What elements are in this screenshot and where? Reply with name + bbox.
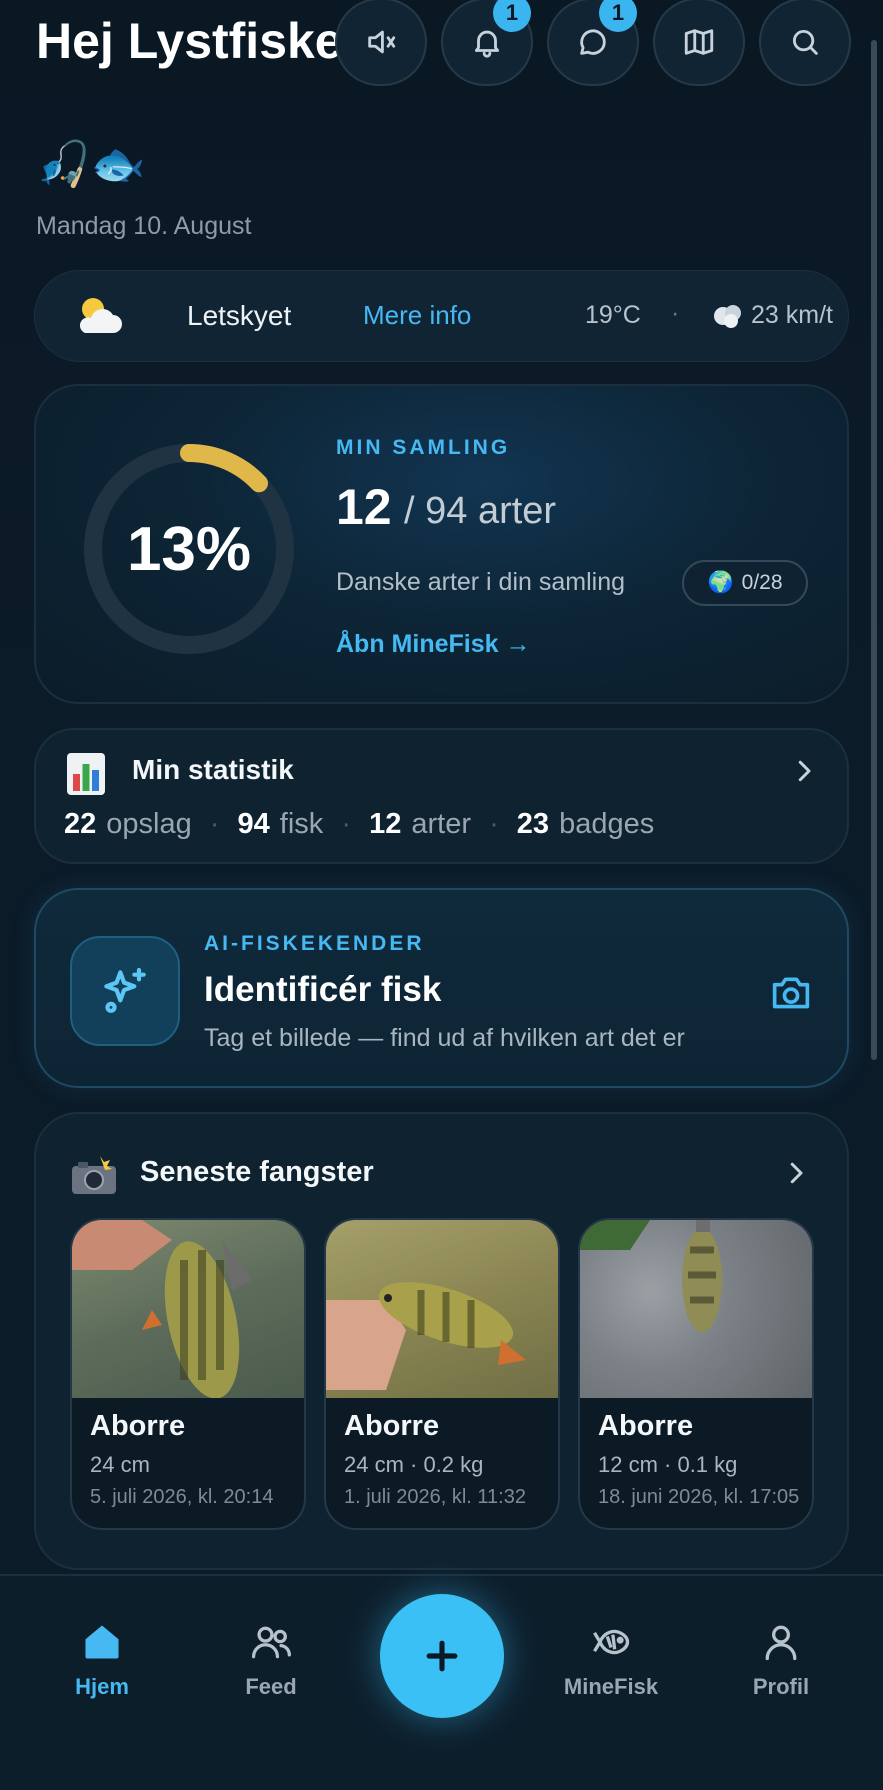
catch-species: Aborre [344, 1410, 440, 1442]
catch-card[interactable]: Aborre 24 cm · 0.2 kg 1. juli 2026, kl. … [324, 1218, 560, 1530]
ai-subtitle: Tag et billede — find ud af hvilken art … [204, 1024, 685, 1052]
nav-minefisk-label: MineFisk [563, 1674, 659, 1699]
header-actions: 1 1 [335, 0, 851, 86]
catch-photo [72, 1220, 304, 1398]
bottom-navigation: Hjem Feed MineFisk Profil [0, 1574, 883, 1790]
catch-size-weight: 12 cm · 0.1 kg [598, 1452, 738, 1477]
bell-icon [474, 30, 500, 58]
collection-card[interactable]: 13% MIN SAMLING 12 / 94 arter Danske art… [34, 384, 849, 704]
camera-flash-icon [72, 1156, 116, 1194]
catch-date: 18. juni 2026, kl. 17:05 [598, 1486, 800, 1508]
badges-count: 23 [516, 808, 550, 840]
catch-size: 24 cm [90, 1452, 150, 1477]
temperature: 19°C [585, 301, 641, 329]
bar-chart-icon [67, 753, 105, 795]
separator-dot: · [671, 299, 680, 327]
greeting-title: Hej Lystfisker [36, 10, 362, 72]
map-button[interactable] [653, 0, 745, 86]
perch-photo [72, 1220, 252, 1398]
search-button[interactable] [759, 0, 851, 86]
chat-icon [580, 29, 606, 55]
species-stat-count: 12 [369, 808, 402, 840]
greeting-text: Hej Lystfisker [36, 13, 363, 69]
nav-profile-label: Profil [752, 1674, 810, 1699]
camera-icon[interactable] [769, 972, 813, 1012]
posts-count: 22 [64, 808, 97, 840]
collection-subtitle: Danske arter i din samling [336, 568, 626, 596]
statistics-summary: 22 opslag · 94 fisk · 12 arter · 23 badges [64, 808, 654, 841]
more-info-link[interactable]: Mere info [363, 300, 471, 331]
messages-button[interactable]: 1 [547, 0, 639, 86]
catch-date: 1. juli 2026, kl. 11:32 [344, 1486, 526, 1508]
catch-species: Aborre [90, 1410, 186, 1442]
mute-icon [368, 30, 396, 54]
nav-minefisk[interactable]: MineFisk [546, 1620, 676, 1700]
nav-profile[interactable]: Profil [716, 1620, 846, 1700]
home-icon [85, 1625, 119, 1659]
posts-label: opslag [106, 808, 192, 840]
notifications-button[interactable]: 1 [441, 0, 533, 86]
sparkle-icon [104, 967, 146, 1013]
latest-catches-title: Seneste fangster [140, 1156, 374, 1188]
scrollbar[interactable] [871, 40, 877, 1060]
nav-home[interactable]: Hjem [37, 1620, 167, 1700]
sparkle-icon-box [70, 936, 180, 1046]
catch-photo [580, 1220, 812, 1398]
perch-photo [580, 1220, 722, 1332]
fish-label: fisk [279, 808, 324, 840]
chevron-right-icon [798, 760, 811, 782]
nav-home-label: Hjem [75, 1674, 129, 1699]
partly-cloudy-icon [79, 298, 122, 333]
separator-dot: · [209, 808, 220, 840]
catch-date: 5. juli 2026, kl. 20:14 [90, 1486, 274, 1508]
danish-species-pill: 🌍 0/28 [682, 560, 808, 606]
chevron-right-icon[interactable] [781, 1158, 811, 1188]
catch-species: Aborre [598, 1410, 694, 1442]
users-icon [251, 1626, 291, 1659]
catch-card[interactable]: Aborre 12 cm · 0.1 kg 18. juni 2026, kl.… [578, 1218, 814, 1530]
user-icon [765, 1625, 797, 1661]
collection-percent: 13% [126, 514, 252, 584]
species-total: / 94 arter [404, 490, 557, 532]
danish-species-count: 0/28 [741, 571, 783, 594]
perch-photo [326, 1282, 526, 1390]
wind-icon [714, 305, 741, 328]
ai-label: AI-FISKEKENDER [204, 932, 425, 955]
statistics-card[interactable]: Min statistik 22 opslag · 94 fisk · 12 arte… [34, 728, 849, 864]
weather-bar: Letskyet Mere info 19°C · 23 km/t [34, 270, 849, 362]
species-count: 12 [336, 479, 392, 535]
catch-list: Aborre 24 cm 5. juli 2026, kl. 20:14 Abo… [70, 1218, 814, 1530]
nav-feed[interactable]: Feed [206, 1620, 336, 1700]
weather-condition: Letskyet [187, 300, 292, 331]
statistics-title: Min statistik [132, 754, 294, 785]
home-screen: Hej Lystfisker 🎣🐟 Mandag 10. August 1 1 … [0, 0, 883, 1790]
mute-button[interactable] [335, 0, 427, 86]
search-icon [792, 29, 818, 55]
catch-photo [326, 1220, 558, 1398]
fish-count: 94 [237, 808, 270, 840]
notification-badge: 1 [493, 0, 531, 32]
current-date: Mandag 10. August [36, 212, 252, 240]
globe-icon: 🌍 [707, 571, 734, 594]
messages-badge: 1 [599, 0, 637, 32]
latest-catches-card: Seneste fangster Aborre 24 cm 5. juli 20… [34, 1112, 849, 1570]
fish-icon [593, 1629, 630, 1655]
open-minefisk-link[interactable]: Åbn MineFisk → [336, 630, 530, 659]
map-icon [684, 29, 714, 55]
badges-label: badges [559, 808, 655, 840]
wind-speed: 23 km/t [751, 301, 833, 329]
catch-card[interactable]: Aborre 24 cm 5. juli 2026, kl. 20:14 [70, 1218, 306, 1530]
nav-feed-label: Feed [245, 1674, 297, 1699]
collection-label: MIN SAMLING [336, 436, 511, 459]
ai-fish-identifier-card[interactable]: AI-FISKEKENDER Identificér fisk Tag et b… [34, 888, 849, 1088]
fishing-emoji-icon: 🎣🐟 [36, 140, 146, 189]
ai-title: Identificér fisk [204, 970, 442, 1009]
separator-dot: · [341, 808, 352, 840]
catch-size-weight: 24 cm · 0.2 kg [344, 1452, 484, 1477]
plus-icon [426, 1640, 458, 1672]
separator-dot: · [489, 808, 499, 840]
species-label: arter [411, 808, 471, 840]
add-catch-button[interactable] [380, 1594, 504, 1718]
